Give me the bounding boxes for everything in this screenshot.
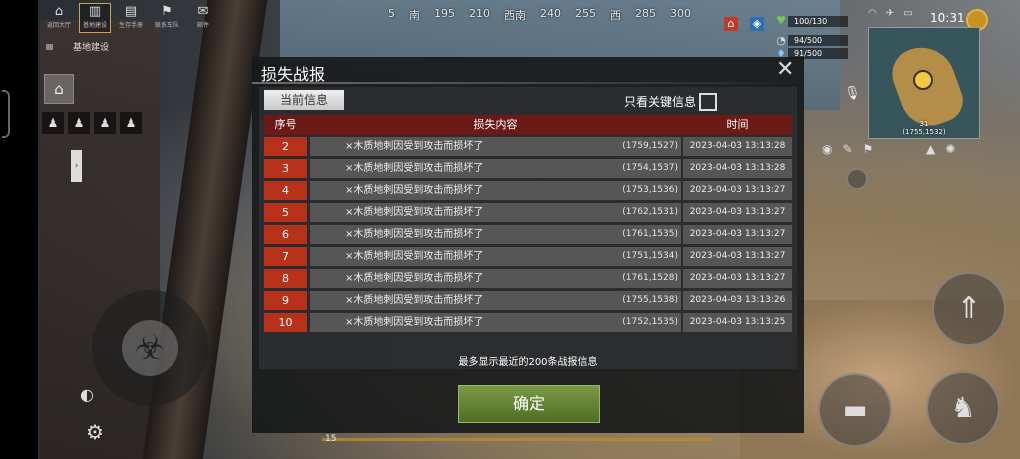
- jump-icon: ⇑: [956, 291, 982, 326]
- menu-manual[interactable]: ▤ 生存手册: [116, 4, 146, 32]
- system-status: ◠ ✈ ▭: [868, 8, 913, 19]
- table-row: 3 ×木质地刺因受到攻击而损坏了 (1754,1537) 2023-04-03 13:…: [264, 159, 792, 178]
- top-menu: ⌂ 返回大厅 ▥ 基地建设 ▤ 生存手册 ⚑ 联系车队 ✉ 邮件: [44, 3, 218, 33]
- alert-icon[interactable]: ⌂: [724, 17, 738, 31]
- col-content: 损失内容: [473, 118, 518, 131]
- build-icon: ▥: [88, 4, 102, 19]
- table-row: 2 ×木质地刺因受到攻击而损坏了 (1759,1527) 2023-04-03 13:…: [264, 137, 792, 156]
- col-time: 时间: [726, 118, 749, 131]
- whistle-icon[interactable]: ◐: [80, 385, 94, 404]
- minimap-label: 31 (1755,1532): [902, 120, 946, 136]
- confirm-button[interactable]: 确定: [458, 385, 600, 423]
- pen-icon[interactable]: ✎: [842, 142, 852, 156]
- gear-icon[interactable]: ⚙: [86, 420, 104, 444]
- chat-icon[interactable]: ◉: [822, 142, 832, 156]
- table-row: 8 ×木质地刺因受到攻击而损坏了 (1761,1528) 2023-04-03 13:…: [264, 269, 792, 288]
- settings-icon[interactable]: ✺: [945, 142, 955, 156]
- flag-icon[interactable]: ⚑: [863, 142, 874, 156]
- wifi-icon: ◠: [868, 8, 877, 19]
- screen-left-bezel: [0, 0, 38, 459]
- map-tools-right: ▲ ✺: [926, 142, 955, 156]
- report-panel: 当前信息 只看关键信息 序号 损失内容 时间 2 ×木质地刺因受到攻击而损坏了 (1…: [259, 87, 797, 369]
- table-row: 6 ×木质地刺因受到攻击而损坏了 (1761,1535) 2023-04-03 13:…: [264, 225, 792, 244]
- health-bar: 100/130: [788, 16, 848, 27]
- house-icon: ⌂: [54, 80, 64, 98]
- battery-icon: ▭: [903, 8, 913, 19]
- mail-icon: ✉: [197, 4, 209, 19]
- figure-icon: ♟: [125, 116, 137, 130]
- jump-button[interactable]: ⇑: [932, 272, 1006, 346]
- menu-team[interactable]: ⚑ 联系车队: [152, 4, 182, 32]
- slot-3[interactable]: ♟: [94, 112, 116, 134]
- menu-mail[interactable]: ✉ 邮件: [188, 4, 218, 32]
- crouch-button[interactable]: ♞: [926, 371, 1000, 445]
- mode-subtitle: 基地建设: [46, 40, 109, 53]
- shield-icon[interactable]: ◈: [750, 17, 764, 31]
- heart-icon: ♥: [776, 14, 786, 27]
- table-row: 7 ×木质地刺因受到攻击而损坏了 (1751,1534) 2023-04-03 13:…: [264, 247, 792, 266]
- figure-icon: ♟: [73, 116, 85, 130]
- up-icon[interactable]: ▲: [926, 142, 935, 156]
- table-row: 5 ×木质地刺因受到攻击而损坏了 (1762,1531) 2023-04-03 13:…: [264, 203, 792, 222]
- movement-joystick[interactable]: ☣: [92, 290, 208, 406]
- minimap[interactable]: 31 (1755,1532): [868, 27, 980, 139]
- team-icon: ⚑: [161, 4, 173, 19]
- food-icon: ◔: [776, 34, 786, 47]
- small-round-button[interactable]: [846, 168, 868, 190]
- col-index: 序号: [274, 118, 297, 131]
- microphone-icon[interactable]: 🎙: [844, 86, 861, 101]
- player-marker-icon: [913, 70, 933, 90]
- loss-report-dialog: 损失战报 当前信息 只看关键信息 序号 损失内容 时间 2 ×木质地刺因受到攻击而…: [252, 57, 804, 433]
- crouch-icon: ♞: [950, 391, 976, 424]
- chevron-right-icon: ›: [74, 161, 79, 171]
- build-mode-button[interactable]: ⌂: [44, 74, 74, 104]
- table-row: 4 ×木质地刺因受到攻击而损坏了 (1753,1536) 2023-04-03 13:…: [264, 181, 792, 200]
- book-icon: ▤: [124, 4, 138, 19]
- home-icon: ⌂: [54, 4, 64, 19]
- table-row: 9 ×木质地刺因受到攻击而损坏了 (1755,1538) 2023-04-03 13:…: [264, 291, 792, 310]
- close-icon[interactable]: ✕: [776, 59, 794, 81]
- tab-current-info[interactable]: 当前信息: [264, 90, 344, 110]
- compass: 5 南 195 210 西南 240 255 西 285 300: [388, 7, 691, 22]
- table-header: 序号 损失内容 时间: [264, 115, 792, 135]
- map-tools-left: ◉ ✎ ⚑: [822, 142, 873, 156]
- menu-build[interactable]: ▥ 基地建设: [79, 3, 111, 33]
- edge-handle[interactable]: [2, 90, 10, 138]
- biohazard-icon: ☣: [122, 320, 178, 376]
- plane-icon: ✈: [885, 8, 895, 19]
- figure-icon: ♟: [47, 116, 59, 130]
- clock: 10:31: [930, 11, 965, 25]
- footnote: 最多显示最近的200条战报信息: [458, 357, 598, 368]
- slot-4[interactable]: ♟: [120, 112, 142, 134]
- mode-icon: [46, 44, 53, 50]
- xp-bar: [322, 438, 712, 441]
- key-only-label: 只看关键信息: [624, 95, 697, 109]
- figure-icon: ♟: [99, 116, 111, 130]
- side-expand-tab[interactable]: ›: [71, 150, 82, 182]
- title-divider: [252, 82, 804, 84]
- report-table-body[interactable]: 2 ×木质地刺因受到攻击而损坏了 (1759,1527) 2023-04-03 13:…: [264, 137, 792, 333]
- food-bar: 94/500: [788, 35, 848, 46]
- table-row: 10 ×木质地刺因受到攻击而损坏了 (1752,1535) 2023-04-03 13…: [264, 313, 792, 332]
- prone-icon: ▬: [842, 395, 868, 425]
- slot-1[interactable]: ♟: [42, 112, 64, 134]
- prone-button[interactable]: ▬: [818, 373, 892, 447]
- menu-home[interactable]: ⌂ 返回大厅: [44, 4, 74, 32]
- build-slots: ♟ ♟ ♟ ♟: [42, 112, 142, 134]
- slot-2[interactable]: ♟: [68, 112, 90, 134]
- key-only-checkbox[interactable]: [699, 93, 717, 111]
- xp-level: 15: [325, 434, 337, 444]
